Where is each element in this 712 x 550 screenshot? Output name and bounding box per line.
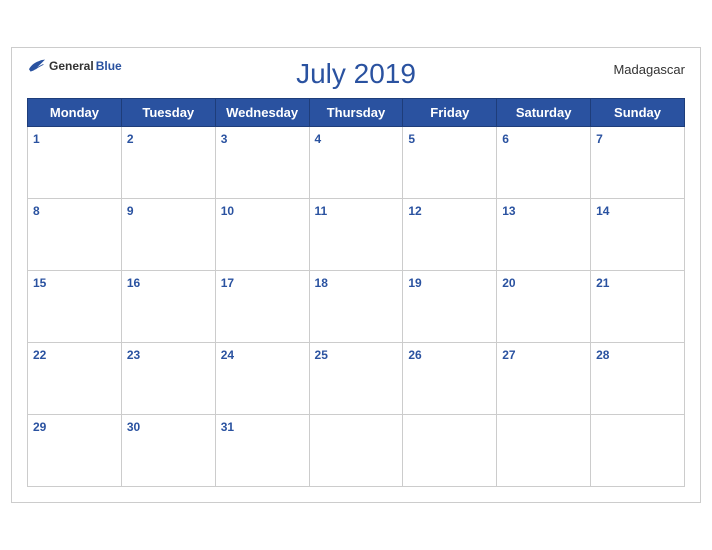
day-number: 26	[408, 348, 421, 362]
calendar-cell: 20	[497, 271, 591, 343]
day-number: 1	[33, 132, 40, 146]
calendar-title: July 2019	[27, 58, 685, 90]
calendar-body: 1234567891011121314151617181920212223242…	[28, 127, 685, 487]
day-number: 6	[502, 132, 509, 146]
calendar-cell: 31	[215, 415, 309, 487]
day-number: 9	[127, 204, 134, 218]
calendar-cell: 13	[497, 199, 591, 271]
calendar-cell: 14	[591, 199, 685, 271]
col-saturday: Saturday	[497, 99, 591, 127]
calendar-table: Monday Tuesday Wednesday Thursday Friday…	[27, 98, 685, 487]
day-number: 17	[221, 276, 234, 290]
calendar-cell: 26	[403, 343, 497, 415]
day-number: 5	[408, 132, 415, 146]
calendar-cell: 21	[591, 271, 685, 343]
calendar-container: General Blue July 2019 Madagascar Monday…	[11, 47, 701, 503]
day-number: 22	[33, 348, 46, 362]
day-number: 21	[596, 276, 609, 290]
calendar-week-row: 15 16 17 18 19 20 21	[28, 271, 685, 343]
calendar-week-row: 22 23 24 25 26 27 28	[28, 343, 685, 415]
calendar-cell: 3	[215, 127, 309, 199]
calendar-week-row: 1 2 3 4 5 6 7	[28, 127, 685, 199]
day-number: 8	[33, 204, 40, 218]
logo-general-text: General	[49, 59, 94, 73]
day-number: 20	[502, 276, 515, 290]
calendar-cell: 7	[591, 127, 685, 199]
day-number: 19	[408, 276, 421, 290]
calendar-cell: 29	[28, 415, 122, 487]
col-thursday: Thursday	[309, 99, 403, 127]
days-header-row: Monday Tuesday Wednesday Thursday Friday…	[28, 99, 685, 127]
calendar-cell: 11	[309, 199, 403, 271]
calendar-cell: 18	[309, 271, 403, 343]
day-number: 11	[315, 204, 328, 218]
logo-blue-text: Blue	[96, 59, 122, 73]
day-number: 14	[596, 204, 609, 218]
day-number: 18	[315, 276, 328, 290]
logo-bird-icon	[27, 58, 47, 74]
day-number: 16	[127, 276, 140, 290]
day-number: 30	[127, 420, 140, 434]
calendar-week-row: 29 30 31	[28, 415, 685, 487]
calendar-week-row: 8 9 10 11 12 13 14	[28, 199, 685, 271]
calendar-header: General Blue July 2019 Madagascar	[27, 58, 685, 90]
calendar-cell: 28	[591, 343, 685, 415]
day-number: 13	[502, 204, 515, 218]
calendar-cell: 19	[403, 271, 497, 343]
calendar-cell: 27	[497, 343, 591, 415]
day-number: 2	[127, 132, 134, 146]
day-number: 23	[127, 348, 140, 362]
calendar-cell: 10	[215, 199, 309, 271]
col-tuesday: Tuesday	[121, 99, 215, 127]
calendar-cell: 16	[121, 271, 215, 343]
calendar-cell: 2	[121, 127, 215, 199]
day-number: 10	[221, 204, 234, 218]
col-wednesday: Wednesday	[215, 99, 309, 127]
calendar-cell: 22	[28, 343, 122, 415]
calendar-cell: 9	[121, 199, 215, 271]
calendar-cell: 1	[28, 127, 122, 199]
calendar-cell	[403, 415, 497, 487]
calendar-cell: 24	[215, 343, 309, 415]
day-number: 12	[408, 204, 421, 218]
day-number: 27	[502, 348, 515, 362]
day-number: 28	[596, 348, 609, 362]
logo-area: General Blue	[27, 58, 122, 74]
calendar-cell: 5	[403, 127, 497, 199]
calendar-cell	[497, 415, 591, 487]
logo-text: General Blue	[27, 58, 122, 74]
calendar-cell: 6	[497, 127, 591, 199]
col-monday: Monday	[28, 99, 122, 127]
day-number: 29	[33, 420, 46, 434]
day-number: 25	[315, 348, 328, 362]
day-number: 24	[221, 348, 234, 362]
calendar-cell: 8	[28, 199, 122, 271]
calendar-cell: 4	[309, 127, 403, 199]
col-sunday: Sunday	[591, 99, 685, 127]
col-friday: Friday	[403, 99, 497, 127]
calendar-cell	[309, 415, 403, 487]
calendar-cell: 17	[215, 271, 309, 343]
calendar-cell: 30	[121, 415, 215, 487]
day-number: 3	[221, 132, 228, 146]
calendar-cell: 12	[403, 199, 497, 271]
day-number: 31	[221, 420, 234, 434]
calendar-country: Madagascar	[613, 62, 685, 77]
calendar-thead: Monday Tuesday Wednesday Thursday Friday…	[28, 99, 685, 127]
calendar-cell	[591, 415, 685, 487]
day-number: 7	[596, 132, 603, 146]
day-number: 15	[33, 276, 46, 290]
day-number: 4	[315, 132, 322, 146]
calendar-cell: 15	[28, 271, 122, 343]
calendar-cell: 23	[121, 343, 215, 415]
calendar-cell: 25	[309, 343, 403, 415]
